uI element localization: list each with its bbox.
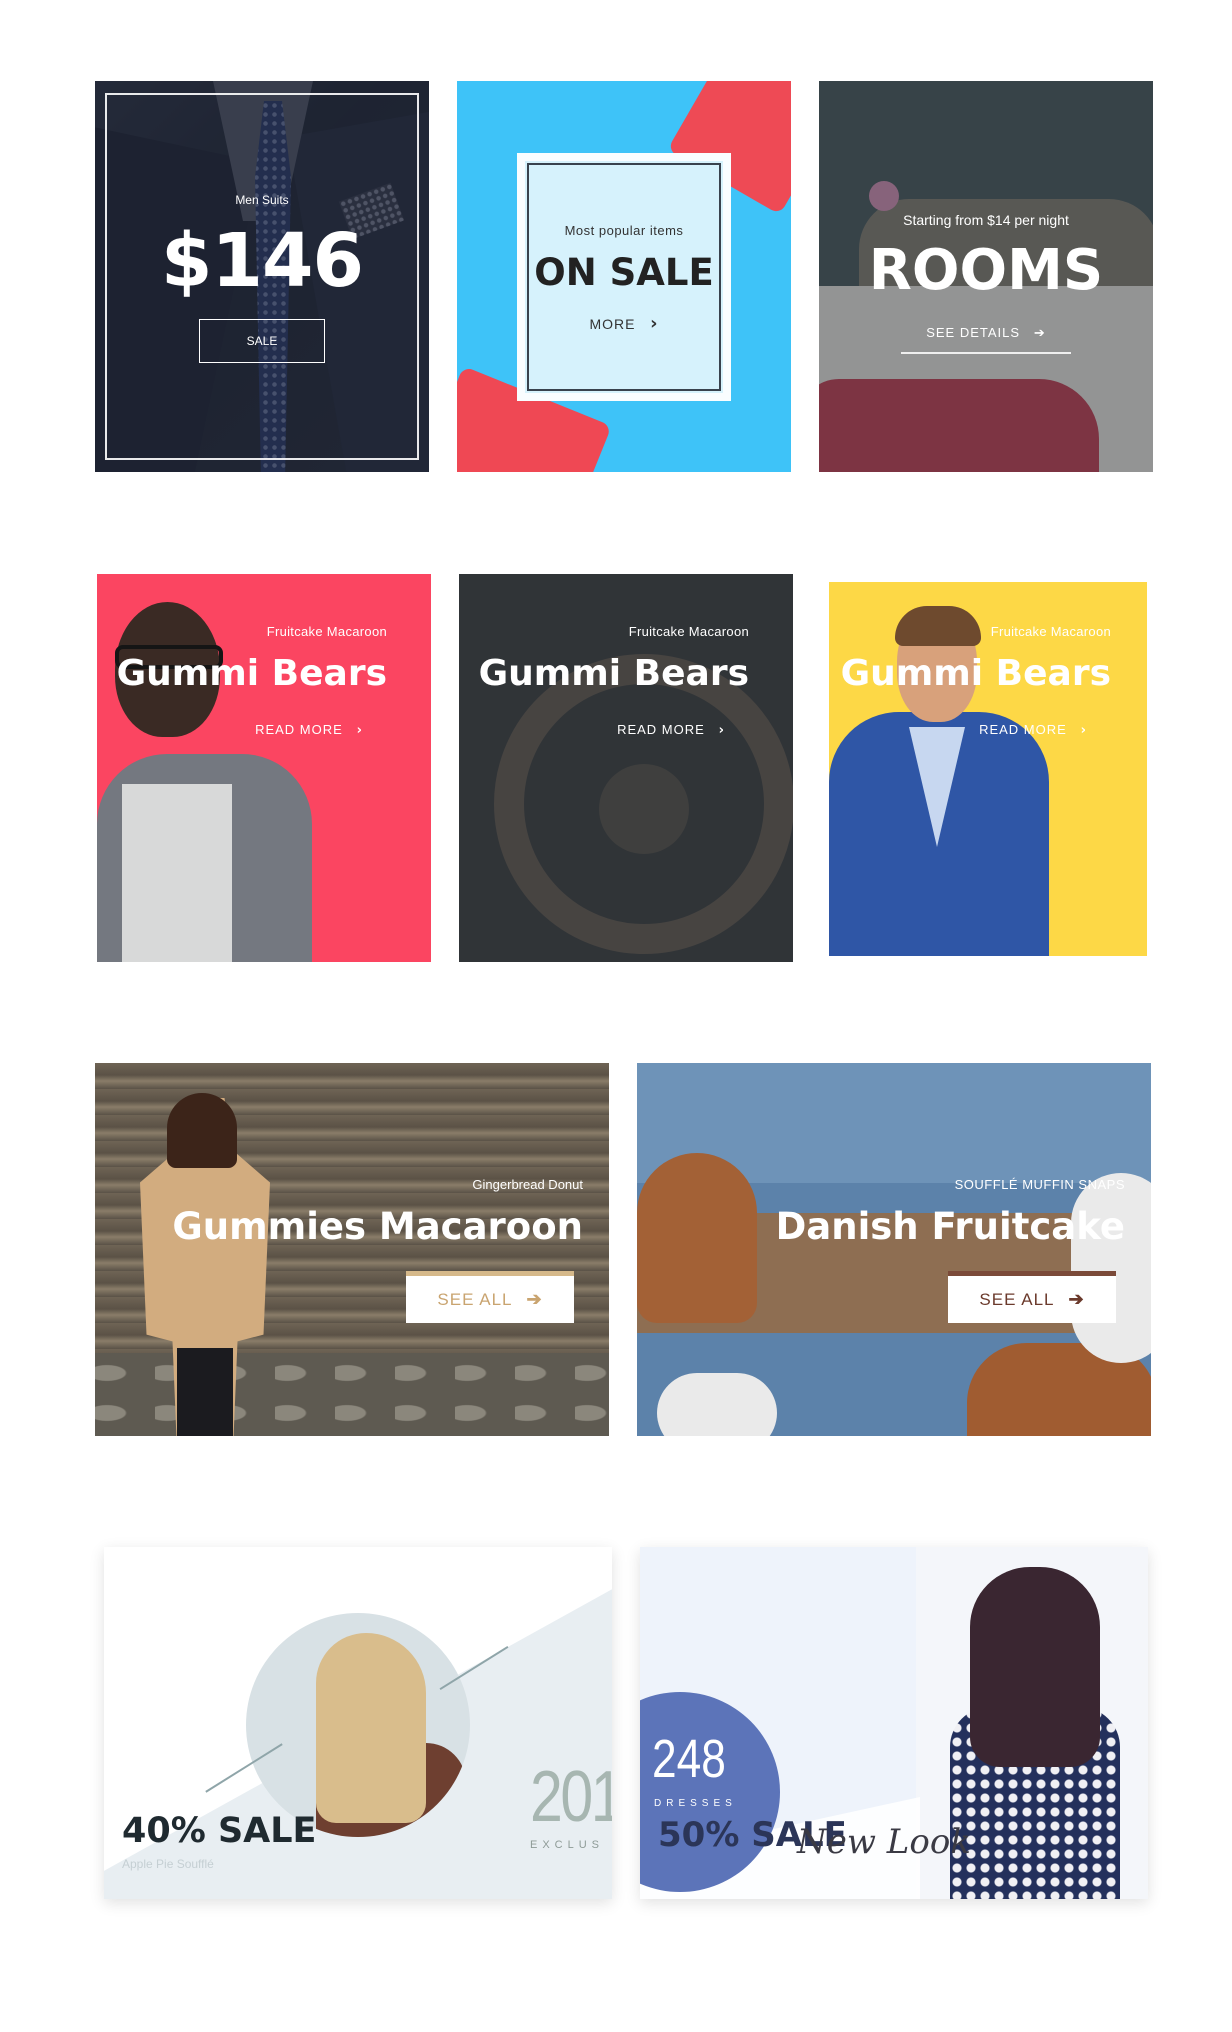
men-suits-card[interactable]: Men Suits $146 SALE xyxy=(95,81,429,472)
see-all-button[interactable]: SEE ALL ➔ xyxy=(948,1271,1116,1323)
card-subtitle: SOUFFLÉ MUFFIN SNAPS xyxy=(954,1177,1125,1192)
card-subtitle: Fruitcake Macaroon xyxy=(628,624,749,639)
woman-legs-photo xyxy=(177,1348,233,1436)
card-title: ON SALE xyxy=(534,251,714,294)
card-price: $146 xyxy=(161,218,364,304)
see-all-button[interactable]: SEE ALL ➔ xyxy=(406,1271,574,1323)
read-more-label: READ MORE xyxy=(979,722,1067,737)
danish-fruitcake-card[interactable]: SOUFFLÉ MUFFIN SNAPS Danish Fruitcake SE… xyxy=(637,1063,1151,1436)
rooms-card[interactable]: Starting from $14 per night ROOMS SEE DE… xyxy=(819,81,1153,472)
woman-hair-photo xyxy=(167,1093,237,1168)
see-details-link[interactable]: SEE DETAILS ➔ xyxy=(819,325,1153,341)
banner-title: 40% SALE xyxy=(122,1811,317,1851)
sneaker-photo-2 xyxy=(657,1373,777,1436)
see-all-label: SEE ALL xyxy=(979,1289,1055,1309)
sale-button[interactable]: SALE xyxy=(199,319,325,363)
read-more-link[interactable]: READ MORE › xyxy=(255,722,363,738)
read-more-link[interactable]: READ MORE › xyxy=(979,722,1087,738)
man-hair-photo xyxy=(895,606,981,646)
more-link-label: MORE xyxy=(589,316,636,332)
portrait-circle xyxy=(246,1613,470,1837)
read-more-label: READ MORE xyxy=(255,722,343,737)
card-subtitle: Starting from $14 per night xyxy=(903,212,1069,228)
gummies-macaroon-card[interactable]: Gingerbread Donut Gummies Macaroon SEE A… xyxy=(95,1063,609,1436)
card-subtitle: Fruitcake Macaroon xyxy=(266,624,387,639)
sale-40-banner[interactable]: 40% SALE Apple Pie Soufflé 201 EXCLUS xyxy=(104,1547,612,1899)
see-all-label: SEE ALL xyxy=(437,1289,513,1309)
arrow-right-icon: ➔ xyxy=(1033,325,1046,340)
card-subtitle: Men Suits xyxy=(235,193,289,207)
stones-photo xyxy=(95,1353,609,1436)
card-subtitle: Gingerbread Donut xyxy=(472,1177,583,1192)
card-title: Gummi Bears xyxy=(840,653,1111,694)
dresses-banner[interactable]: 248 DRESSES 50% SALE New Look xyxy=(640,1547,1148,1899)
chevron-right-icon: › xyxy=(1080,723,1087,738)
see-details-label: SEE DETAILS xyxy=(926,325,1021,340)
banner-subtitle: Apple Pie Soufflé xyxy=(122,1857,214,1871)
card-subtitle: Fruitcake Macaroon xyxy=(990,624,1111,639)
link-underline xyxy=(901,352,1071,354)
gummi-bears-pink-card[interactable]: Fruitcake Macaroon Gummi Bears READ MORE… xyxy=(97,574,431,962)
arrow-right-icon: ➔ xyxy=(526,1289,543,1309)
man-shirt-photo xyxy=(122,784,232,962)
chevron-right-icon: › xyxy=(356,723,363,738)
sneaker-photo xyxy=(1071,1173,1151,1363)
dresses-label: DRESSES xyxy=(654,1798,737,1809)
on-sale-card[interactable]: Most popular items ON SALE MORE › xyxy=(457,81,791,472)
card-title: Gummi Bears xyxy=(478,653,749,694)
banner-script: New Look xyxy=(797,1822,971,1862)
chevron-right-icon: › xyxy=(650,313,659,334)
brown-shoe-photo xyxy=(637,1153,757,1323)
dresses-number: 248 xyxy=(652,1729,726,1789)
banner-tagline: EXCLUS xyxy=(530,1839,605,1851)
more-link[interactable]: MORE › xyxy=(457,313,791,334)
gummi-bears-yellow-card[interactable]: Fruitcake Macaroon Gummi Bears READ MORE… xyxy=(829,582,1147,956)
arrow-right-icon: ➔ xyxy=(1068,1289,1085,1309)
woman-hair-photo xyxy=(970,1567,1100,1767)
chevron-right-icon: › xyxy=(718,723,725,738)
card-title: Gummies Macaroon xyxy=(172,1205,583,1248)
read-more-link[interactable]: READ MORE › xyxy=(617,722,725,738)
card-title: Gummi Bears xyxy=(116,653,387,694)
gummi-bears-dark-card[interactable]: Fruitcake Macaroon Gummi Bears READ MORE… xyxy=(459,574,793,962)
woman-hair-photo xyxy=(316,1633,426,1823)
read-more-label: READ MORE xyxy=(617,722,705,737)
banner-big-number: 201 xyxy=(530,1757,612,1837)
card-subtitle: Most popular items xyxy=(564,223,684,238)
card-title: Danish Fruitcake xyxy=(775,1205,1125,1248)
card-title: ROOMS xyxy=(868,238,1104,303)
